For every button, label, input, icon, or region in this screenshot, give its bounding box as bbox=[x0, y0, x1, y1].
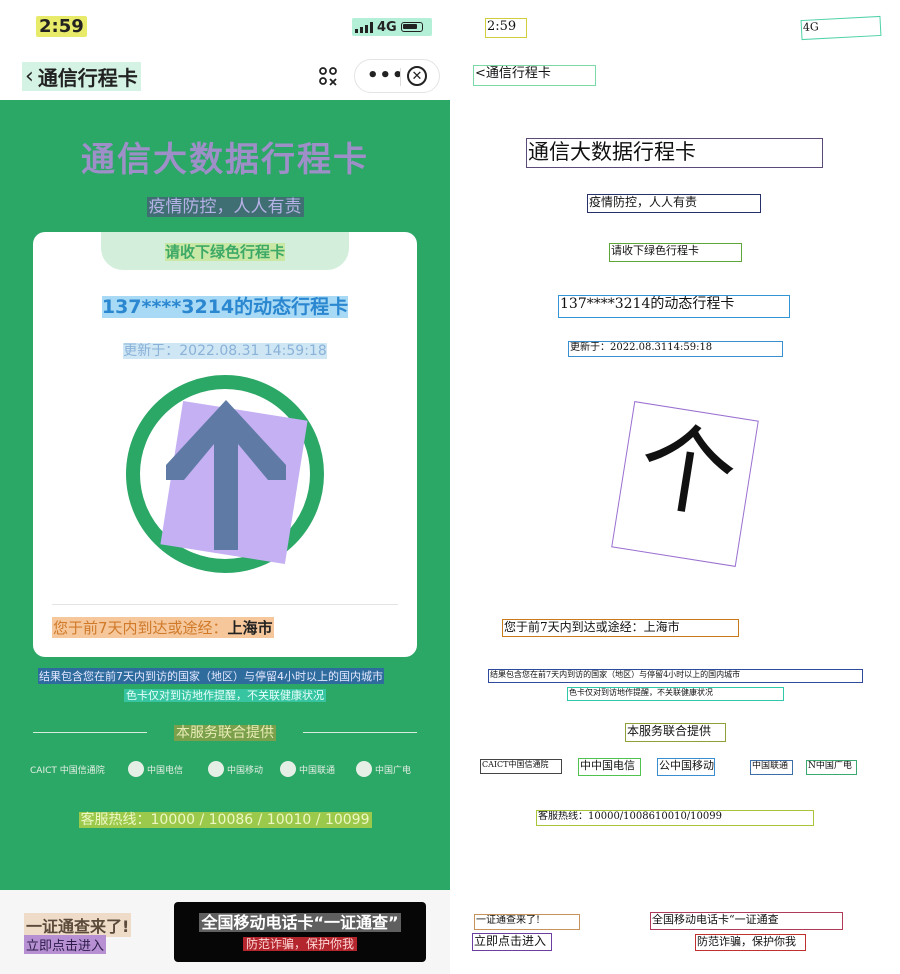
logo-broadnet: 中国广电 bbox=[356, 758, 411, 780]
ocr-phone: 137****3214的动态行程卡 bbox=[558, 295, 790, 318]
ad-title-text: 全国移动电话卡“一证通查” bbox=[199, 913, 401, 932]
capsule-divider bbox=[400, 68, 401, 86]
ocr-logo-telecom: 中中国电信 bbox=[578, 758, 641, 776]
update-prefix: 更新于： bbox=[123, 343, 180, 359]
ocr-logo-mobile: 公中国移动 bbox=[657, 758, 715, 776]
hotline: 客服热线：10000 / 10086 / 10010 / 10099 bbox=[0, 809, 450, 829]
update-time-text: 更新于：2022.08.31 14:59:18 bbox=[123, 343, 327, 359]
route-city: 上海市 bbox=[227, 619, 273, 637]
status-time: 2:59 bbox=[36, 16, 87, 37]
update-value: 2022.08.31 14:59:18 bbox=[179, 343, 327, 359]
ocr-network: 4G bbox=[800, 15, 882, 41]
ocr-slogan: 疫情防控，人人有责 bbox=[587, 194, 761, 213]
ocr-update: 更新于：2022.08.3114:59:18 bbox=[568, 341, 783, 357]
mini-program-capsule: ••• ✕ bbox=[354, 59, 440, 93]
ad-title: 全国移动电话卡“一证通查” bbox=[174, 909, 426, 933]
ad-banner[interactable]: 全国移动电话卡“一证通查” 防范诈骗，保护你我 bbox=[174, 902, 426, 962]
logo-unicom: 中国联通 bbox=[280, 758, 335, 780]
trip-card: 请收下绿色行程卡 137****3214的动态行程卡 更新于：2022.08.3… bbox=[33, 232, 417, 657]
main-content: 通信大数据行程卡 疫情防控，人人有责 请收下绿色行程卡 137****3214的… bbox=[0, 100, 450, 890]
more-icon[interactable]: ••• bbox=[367, 65, 405, 86]
card-tab-label: 请收下绿色行程卡 bbox=[33, 241, 417, 262]
phone-screen: 2:59 4G ‹ 通信行程卡 ••• ✕ 通信大数据行程卡 疫情防控，人人有责… bbox=[0, 0, 450, 974]
scan-icon bbox=[319, 67, 337, 86]
slogan: 疫情防控，人人有责 bbox=[0, 192, 450, 217]
ocr-note2: 色卡仅对到访地作提醒，不关联健康状况 bbox=[567, 687, 784, 701]
ocr-title: 通信大数据行程卡 bbox=[526, 138, 823, 168]
logo-mobile: 中国移动 bbox=[208, 758, 263, 780]
ocr-hotline: 客服热线：10000/1008610010/10099 bbox=[536, 810, 814, 826]
battery-icon bbox=[400, 22, 423, 32]
nav-title: 通信行程卡 bbox=[37, 66, 138, 90]
ocr-nav: <通信行程卡 bbox=[473, 65, 596, 86]
ocr-note1: 结果包含您在前7天内到访的国家（地区）与停留4小时以上的国内城市 bbox=[488, 669, 863, 683]
card-phone: 137****3214的动态行程卡 bbox=[33, 292, 417, 319]
status-indicators: 4G bbox=[352, 18, 432, 36]
color-note: 色卡仅对到访地作提醒，不关联健康状况 bbox=[0, 687, 450, 703]
route-prefix: 您于前7天内到达或途经： bbox=[53, 619, 228, 637]
logo-telecom: 中国电信 bbox=[128, 758, 183, 780]
ocr-arrow: 个 bbox=[611, 401, 759, 567]
promo-title: 一证通查来了! bbox=[24, 913, 132, 937]
route-info: 您于前7天内到达或途经：上海市 bbox=[52, 617, 274, 638]
ocr-ad-sub: 防范诈骗，保护你我 bbox=[695, 934, 806, 951]
slogan-text: 疫情防控，人人有责 bbox=[146, 197, 304, 217]
telecom-icon bbox=[128, 761, 144, 777]
hotline-text: 客服热线：10000 / 10086 / 10010 / 10099 bbox=[78, 812, 372, 828]
card-divider bbox=[52, 604, 398, 605]
network-type: 4G bbox=[377, 19, 397, 35]
scan-button[interactable] bbox=[312, 60, 344, 92]
page-title: 通信大数据行程卡 bbox=[81, 140, 369, 180]
back-button[interactable]: ‹ 通信行程卡 bbox=[22, 62, 141, 91]
ocr-overlay-panel: 2:59 4G <通信行程卡 通信大数据行程卡 疫情防控，人人有责 请收下绿色行… bbox=[450, 0, 900, 974]
unicom-icon bbox=[280, 761, 296, 777]
logo-caict: CAICT 中国信通院 bbox=[30, 758, 105, 780]
ocr-logo-caict: CAICT中国信通院 bbox=[480, 759, 562, 774]
ocr-ad-title: 全国移动电话卡“一证通查 bbox=[650, 912, 843, 930]
card-phone-text: 137****3214的动态行程卡 bbox=[101, 296, 349, 318]
ocr-logo-unicom: 中国联通 bbox=[750, 760, 793, 775]
promo-link[interactable]: 立即点击进入 bbox=[24, 935, 107, 954]
ocr-logo-broadnet: N中国广电 bbox=[806, 760, 857, 775]
ad-subtitle-text: 防范诈骗，保护你我 bbox=[242, 937, 357, 951]
logo-mobile-text: 中国移动 bbox=[227, 765, 264, 776]
color-note-text: 色卡仅对到访地作提醒，不关联健康状况 bbox=[124, 689, 326, 702]
nav-bar: ‹ 通信行程卡 ••• ✕ bbox=[0, 54, 450, 100]
logo-broadnet-text: 中国广电 bbox=[375, 765, 412, 776]
ocr-route: 您于前7天内到达或途经：上海市 bbox=[502, 619, 739, 637]
ad-subtitle: 防范诈骗，保护你我 bbox=[174, 935, 426, 952]
ocr-provided: 本服务联合提供 bbox=[625, 723, 726, 742]
status-bar: 2:59 4G bbox=[0, 0, 450, 54]
update-time: 更新于：2022.08.31 14:59:18 bbox=[33, 340, 417, 360]
ocr-promo-title: 一证通查来了! bbox=[474, 914, 580, 930]
provider-title-text: 本服务联合提供 bbox=[174, 725, 276, 741]
chevron-left-icon: ‹ bbox=[25, 64, 34, 89]
result-note: 结果包含您在前7天内到访的国家（地区）与停留4小时以上的国内城市 bbox=[38, 668, 384, 684]
ocr-time: 2:59 bbox=[485, 18, 527, 38]
up-arrow-icon bbox=[166, 400, 286, 550]
provider-logos: CAICT 中国信通院 中国电信 中国移动 中国联通 中国广电 bbox=[30, 758, 420, 782]
logo-unicom-text: 中国联通 bbox=[299, 765, 336, 776]
provider-heading: 本服务联合提供 bbox=[33, 722, 417, 742]
signal-icon bbox=[355, 21, 373, 33]
ocr-tab: 请收下绿色行程卡 bbox=[609, 243, 742, 262]
ocr-promo-link: 立即点击进入 bbox=[472, 933, 552, 951]
close-icon[interactable]: ✕ bbox=[407, 66, 427, 86]
promo-bar: 一证通查来了! 立即点击进入 全国移动电话卡“一证通查” 防范诈骗，保护你我 bbox=[0, 890, 450, 974]
provider-title: 本服务联合提供 bbox=[33, 722, 417, 742]
broadnet-icon bbox=[356, 761, 372, 777]
card-tab-text: 请收下绿色行程卡 bbox=[164, 243, 285, 261]
logo-caict-text: CAICT 中国信通院 bbox=[30, 765, 105, 776]
mobile-icon bbox=[208, 761, 224, 777]
logo-telecom-text: 中国电信 bbox=[147, 765, 184, 776]
